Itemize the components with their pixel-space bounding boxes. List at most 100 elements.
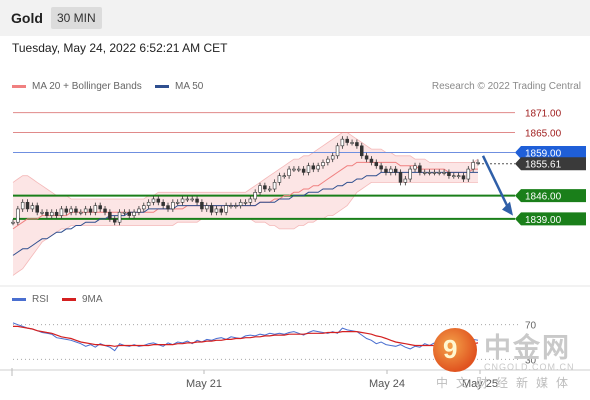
candle-body <box>103 208 107 213</box>
candle-body <box>209 205 214 213</box>
candle-body <box>79 211 83 214</box>
candle-body <box>258 185 262 193</box>
watermark-slogan: 中文财经新媒体 <box>436 376 577 390</box>
candle-body <box>447 172 451 177</box>
candle-body <box>122 211 127 214</box>
candle-body <box>204 205 209 210</box>
candle-body <box>379 165 383 170</box>
candle-body <box>234 205 238 207</box>
candle-body <box>127 211 132 216</box>
candle-body <box>301 168 306 173</box>
candle-body <box>156 198 161 203</box>
resistance-label: 1865.00 <box>525 129 562 140</box>
watermark: 9 中金网 CNGOLD.COM.CN 中文财经新媒体 <box>430 326 590 396</box>
candle-body <box>321 162 325 167</box>
support-badge-label: 1846.00 <box>525 192 562 203</box>
candle-body <box>452 175 456 178</box>
candle-body <box>11 221 15 224</box>
candle-body <box>248 198 253 203</box>
candle-body <box>413 165 417 170</box>
candle-body <box>49 211 54 216</box>
candle-body <box>340 138 345 147</box>
candle-body <box>282 175 287 178</box>
candle-body <box>112 218 117 223</box>
candle-body <box>214 208 219 213</box>
candle-body <box>69 208 73 213</box>
candle-body <box>350 142 354 144</box>
candle-body <box>20 201 25 210</box>
candle-body <box>16 208 20 223</box>
last-badge: 1855.61 <box>515 157 586 171</box>
last-badge-label: 1855.61 <box>525 160 562 171</box>
x-tick-label: May 24 <box>369 378 405 390</box>
candle-body <box>326 158 330 163</box>
support-badge: 1846.00 <box>515 189 586 203</box>
candle-body <box>418 165 422 173</box>
candle-body <box>88 208 93 213</box>
candle-body <box>243 201 248 204</box>
candle-body <box>175 201 180 204</box>
candle-body <box>427 172 432 174</box>
candle-body <box>108 211 112 220</box>
candle-body <box>45 211 49 216</box>
candle-body <box>393 168 398 173</box>
candle-body <box>432 172 437 174</box>
candle-body <box>311 165 316 170</box>
watermark-logo-icon: 9 <box>433 328 477 372</box>
candle-body <box>389 168 393 173</box>
candle-body <box>476 162 480 164</box>
candle-body <box>54 211 59 216</box>
candle-body <box>403 178 408 183</box>
candle-body <box>151 198 156 203</box>
candle-body <box>171 201 175 210</box>
candle-body <box>59 208 64 216</box>
candle-body <box>374 162 379 167</box>
candle-body <box>316 165 320 170</box>
candle-body <box>190 198 194 201</box>
candle-body <box>364 155 369 160</box>
candle-body <box>30 205 35 210</box>
candle-body <box>359 145 364 157</box>
candle-body <box>398 172 403 183</box>
candle-body <box>25 201 30 210</box>
candle-body <box>74 208 78 213</box>
candle-body <box>466 168 471 180</box>
watermark-domain: CNGOLD.COM.CN <box>484 362 575 372</box>
candle-body <box>137 208 141 213</box>
candle-body <box>40 211 44 214</box>
candle-body <box>267 188 272 191</box>
resistance-label: 1871.00 <box>525 109 562 120</box>
candle-body <box>272 182 277 190</box>
candle-body <box>437 172 442 174</box>
candle-body <box>345 138 349 143</box>
candle-body <box>166 205 170 210</box>
candle-body <box>456 175 461 178</box>
candle-body <box>306 165 311 173</box>
candle <box>16 205 20 226</box>
candle-body <box>297 168 301 171</box>
candle-body <box>117 211 122 223</box>
candle-body <box>161 201 165 206</box>
candle-body <box>142 205 146 210</box>
support-badge: 1839.00 <box>515 212 586 226</box>
support-badge-label: 1839.00 <box>525 215 562 226</box>
x-tick-label: May 21 <box>186 378 222 390</box>
candle-body <box>224 205 228 213</box>
candle-body <box>263 185 267 190</box>
candle-body <box>471 162 475 170</box>
candle-body <box>132 211 136 216</box>
candle-body <box>355 142 359 147</box>
candle-body <box>287 168 291 177</box>
candle-body <box>461 175 466 180</box>
candle-body <box>219 208 224 213</box>
candle-body <box>335 145 340 157</box>
candle-body <box>292 168 296 171</box>
candle-body <box>442 172 446 174</box>
candle-body <box>200 201 204 210</box>
candle-body <box>422 172 427 174</box>
candle-body <box>229 205 233 207</box>
candle-body <box>185 198 190 201</box>
candle-body <box>35 205 39 213</box>
candle-body <box>238 201 243 206</box>
candle-body <box>408 168 412 180</box>
